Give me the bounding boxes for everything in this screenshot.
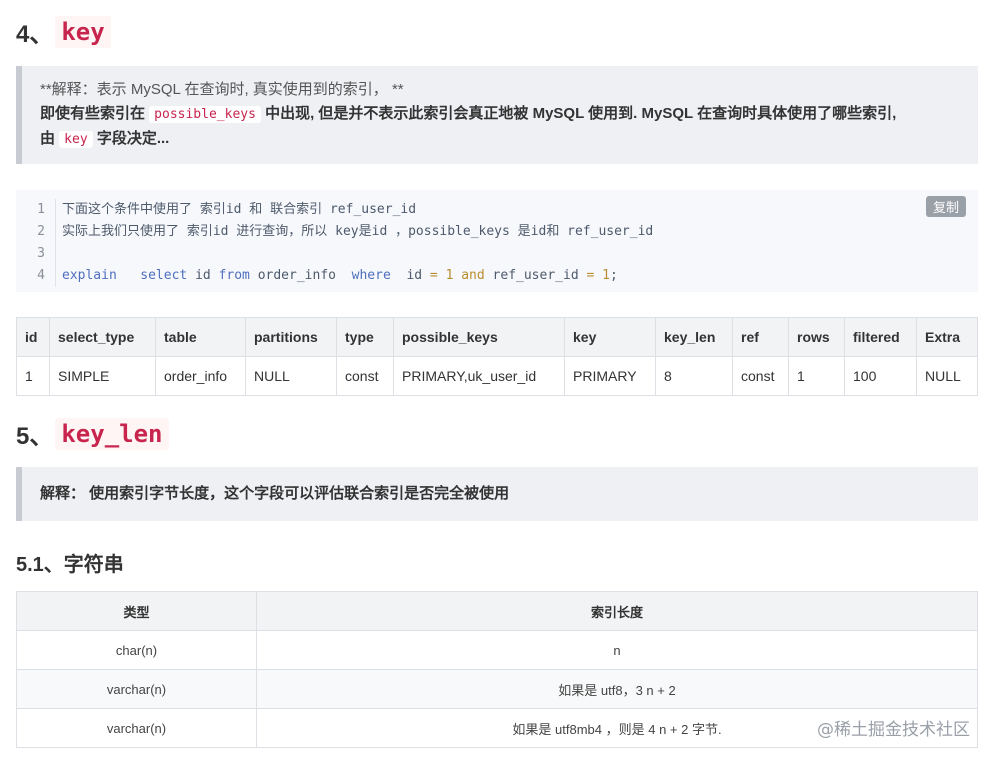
table-header: id: [16, 317, 50, 357]
code-line: 1 下面这个条件中使用了 索引id 和 联合索引 ref_user_id: [16, 199, 978, 221]
code-token: select: [140, 268, 188, 283]
table-row: char(n) n: [16, 630, 978, 670]
code-token: ref_user_id: [492, 268, 579, 283]
code-token: id: [406, 268, 423, 283]
code-token: =: [586, 268, 595, 283]
section-4-heading: 4、 key: [16, 14, 111, 49]
table-header: table: [155, 317, 246, 357]
code-token: id: [195, 268, 211, 283]
code-token: where: [351, 268, 391, 283]
table-cell: const: [336, 356, 394, 396]
table-cell: 如果是 utf8，3 n + 2: [256, 669, 978, 709]
quote-line-2b: 中出现, 但是并不表示此索引会真正地被 MySQL 使用到. MySQL 在查询…: [260, 105, 897, 122]
code-line: 4 explain select id from order_info wher…: [16, 265, 978, 287]
table-header: ref: [732, 317, 789, 357]
table-header: select_type: [49, 317, 156, 357]
line-number: 2: [16, 221, 56, 243]
section-4-number: 4、: [16, 21, 54, 48]
table-header: possible_keys: [393, 317, 565, 357]
line-number: 1: [16, 199, 56, 221]
code-line: 2 实际上我们只使用了 索引id 进行查询，所以 key是id ，possibl…: [16, 221, 978, 243]
key-len-explanation-quote: 解释： 使用索引字节长度，这个字段可以评估联合索引是否完全被使用: [16, 467, 978, 521]
explain-result-table: id select_type table partitions type pos…: [16, 317, 978, 396]
section-5-1-heading: 5.1、字符串: [16, 554, 124, 576]
table-header: filtered: [844, 317, 917, 357]
table-header: 类型: [16, 591, 257, 631]
quote-line-2: 即使有些索引在 possible_keys 中出现, 但是并不表示此索引会真正地…: [40, 102, 960, 127]
table-cell: PRIMARY,uk_user_id: [393, 356, 565, 396]
section-4-code: key: [55, 15, 111, 48]
line-number: 3: [16, 243, 56, 265]
table-cell: varchar(n): [16, 669, 257, 709]
table-cell: NULL: [245, 356, 337, 396]
code-token: 1: [445, 268, 454, 283]
table-header-row: id select_type table partitions type pos…: [16, 317, 978, 357]
line-number: 4: [16, 265, 56, 287]
table-cell: SIMPLE: [49, 356, 156, 396]
table-header: partitions: [245, 317, 337, 357]
code-token: 1: [602, 268, 610, 283]
table-header-row: 类型 索引长度: [16, 591, 978, 631]
section-5-heading: 5、 key_len: [16, 416, 169, 451]
key-code: key: [59, 131, 93, 148]
table-cell: NULL: [916, 356, 978, 396]
table-row: varchar(n) 如果是 utf8，3 n + 2: [16, 669, 978, 709]
table-cell: const: [732, 356, 789, 396]
table-cell: char(n): [16, 630, 257, 670]
table-header: key: [564, 317, 656, 357]
quote-line-2a: 即使有些索引在: [40, 105, 150, 122]
watermark: @稀土掘金技术社区: [817, 720, 970, 740]
section-5-number: 5、: [16, 423, 54, 450]
quote-line-3: 由 key 字段决定...: [40, 127, 960, 152]
table-header: rows: [788, 317, 845, 357]
table-cell: n: [256, 630, 978, 670]
code-token: order_info: [257, 268, 336, 283]
code-text-line-4: explain select id from order_info where …: [56, 265, 618, 287]
table-header: type: [336, 317, 394, 357]
table-header: key_len: [655, 317, 733, 357]
code-token: explain: [62, 268, 117, 283]
code-block: 复制 1 下面这个条件中使用了 索引id 和 联合索引 ref_user_id …: [16, 190, 978, 292]
table-cell: varchar(n): [16, 708, 257, 748]
code-text-line-2: 实际上我们只使用了 索引id 进行查询，所以 key是id ，possible_…: [62, 224, 654, 239]
code-token: ;: [609, 268, 618, 283]
table-header: 索引长度: [256, 591, 978, 631]
table-cell: order_info: [155, 356, 246, 396]
section-5-code: key_len: [55, 417, 169, 450]
table-row: 1 SIMPLE order_info NULL const PRIMARY,u…: [16, 356, 978, 396]
table-cell: 100: [844, 356, 917, 396]
code-line: 3: [16, 243, 978, 265]
code-token: =: [429, 268, 438, 283]
table-cell: 1: [788, 356, 845, 396]
code-text-line-1: 下面这个条件中使用了 索引id 和 联合索引 ref_user_id: [62, 202, 417, 217]
quote-line-3a: 由: [40, 130, 60, 147]
code-token: from: [218, 268, 250, 283]
code-token: and: [461, 268, 485, 283]
table-cell: 8: [655, 356, 733, 396]
key-explanation-quote: **解释：表示 MySQL 在查询时, 真实使用到的索引， ** 即使有些索引在…: [16, 66, 978, 164]
quote-line-3b: 字段决定...: [92, 130, 170, 147]
table-cell: 1: [16, 356, 50, 396]
table-cell: PRIMARY: [564, 356, 656, 396]
possible-keys-code: possible_keys: [149, 106, 261, 123]
code-text-line-3: [56, 243, 62, 265]
quote-5-text: 解释： 使用索引字节长度，这个字段可以评估联合索引是否完全被使用: [40, 485, 510, 502]
copy-button[interactable]: 复制: [925, 196, 966, 217]
quote-line-1: **解释：表示 MySQL 在查询时, 真实使用到的索引， **: [40, 81, 404, 98]
table-header: Extra: [916, 317, 978, 357]
